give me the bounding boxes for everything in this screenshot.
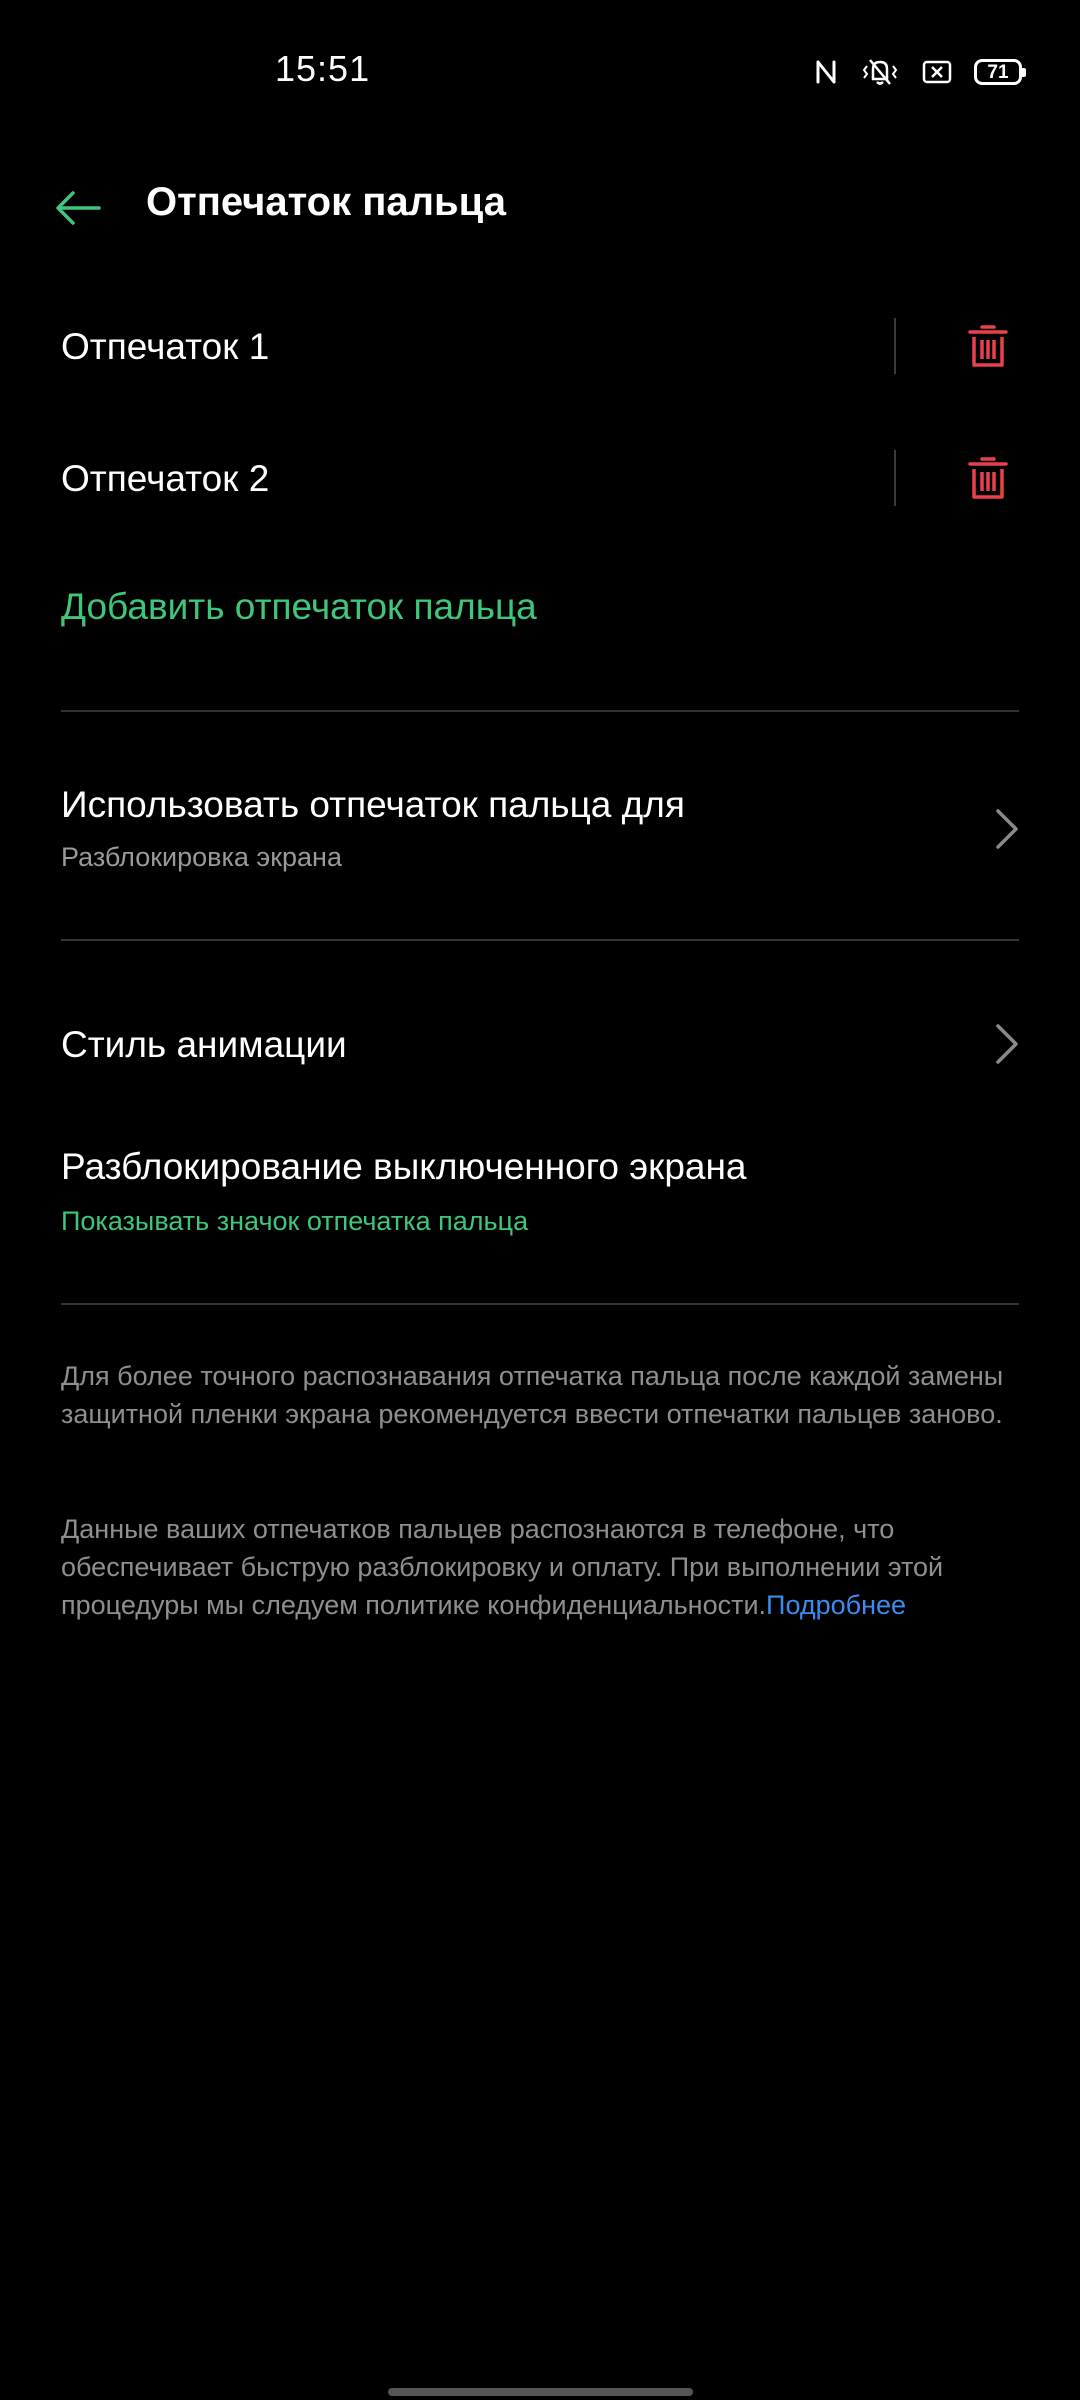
menu-subtitle: Показывать значок отпечатка пальца	[61, 1206, 529, 1236]
fingerprint-item[interactable]: Отпечаток 1	[0, 296, 1080, 406]
divider	[61, 939, 1019, 941]
fingerprint-label: Отпечаток 2	[61, 458, 270, 499]
animation-style-item[interactable]: Стиль анимации	[0, 1000, 1080, 1090]
status-bar: 15:51 71	[0, 0, 1080, 140]
menu-title: Использовать отпечаток пальца для	[61, 784, 685, 825]
battery-level: 71	[987, 61, 1009, 83]
trash-icon	[968, 457, 1008, 499]
divider	[894, 450, 896, 506]
screen-off-unlock-item[interactable]: Разблокирование выключенного экрана Пока…	[0, 1124, 1080, 1264]
learn-more-link[interactable]: Подробнее	[766, 1590, 906, 1620]
status-time: 15:51	[275, 48, 371, 89]
menu-title: Разблокирование выключенного экрана	[61, 1146, 747, 1187]
trash-icon	[968, 325, 1008, 367]
home-indicator[interactable]	[388, 2388, 693, 2396]
delete-fingerprint-button[interactable]	[958, 444, 1018, 512]
vibrate-icon	[860, 57, 900, 87]
fingerprint-item[interactable]: Отпечаток 2	[0, 428, 1080, 538]
info-text-privacy: Данные ваших отпечатков пальцев распозна…	[61, 1510, 1021, 1624]
back-arrow-icon	[56, 191, 101, 225]
divider	[894, 318, 896, 374]
menu-title: Стиль анимации	[61, 1024, 347, 1065]
status-icons: 71	[814, 52, 1026, 92]
delete-fingerprint-button[interactable]	[958, 312, 1018, 380]
screen-record-icon	[922, 59, 952, 85]
chevron-right-icon	[996, 1024, 1018, 1064]
fingerprint-label: Отпечаток 1	[61, 326, 270, 367]
divider	[61, 1303, 1019, 1305]
chevron-right-icon	[996, 809, 1018, 849]
back-button[interactable]	[48, 178, 108, 238]
use-fingerprint-for-item[interactable]: Использовать отпечаток пальца для Разбло…	[0, 760, 1080, 900]
divider	[61, 710, 1019, 712]
nfc-icon	[814, 58, 838, 86]
add-fingerprint-button[interactable]: Добавить отпечаток пальца	[61, 586, 537, 628]
menu-subtitle: Разблокировка экрана	[61, 842, 342, 872]
battery-icon: 71	[974, 59, 1026, 85]
info-text-film: Для более точного распознавания отпечатк…	[61, 1361, 1004, 1429]
page-title: Отпечаток пальца	[146, 180, 506, 224]
app-header: Отпечаток пальца	[0, 160, 1080, 280]
